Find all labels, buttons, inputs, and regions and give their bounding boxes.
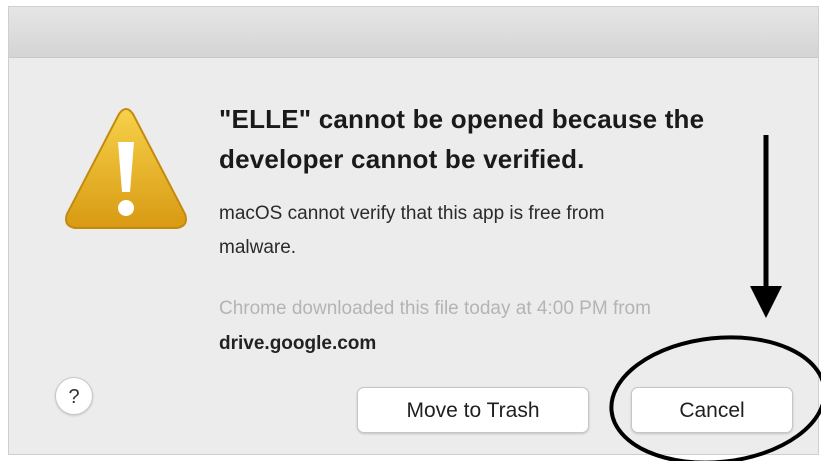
download-origin-domain: drive.google.com xyxy=(219,333,377,354)
dialog-title: "ELLE" cannot be opened because the deve… xyxy=(219,104,705,174)
warning-triangle-icon xyxy=(65,108,187,229)
cancel-button[interactable]: Cancel xyxy=(631,387,793,433)
move-to-trash-button[interactable]: Move to Trash xyxy=(357,387,589,433)
dialog-message: macOS cannot verify that this app is fre… xyxy=(219,203,605,258)
dialog-titlebar xyxy=(9,7,818,58)
gatekeeper-dialog: "ELLE" cannot be opened because the deve… xyxy=(8,6,819,455)
download-origin-text: Chrome downloaded this file today at 4:0… xyxy=(219,298,651,319)
help-button[interactable]: ? xyxy=(55,377,93,415)
